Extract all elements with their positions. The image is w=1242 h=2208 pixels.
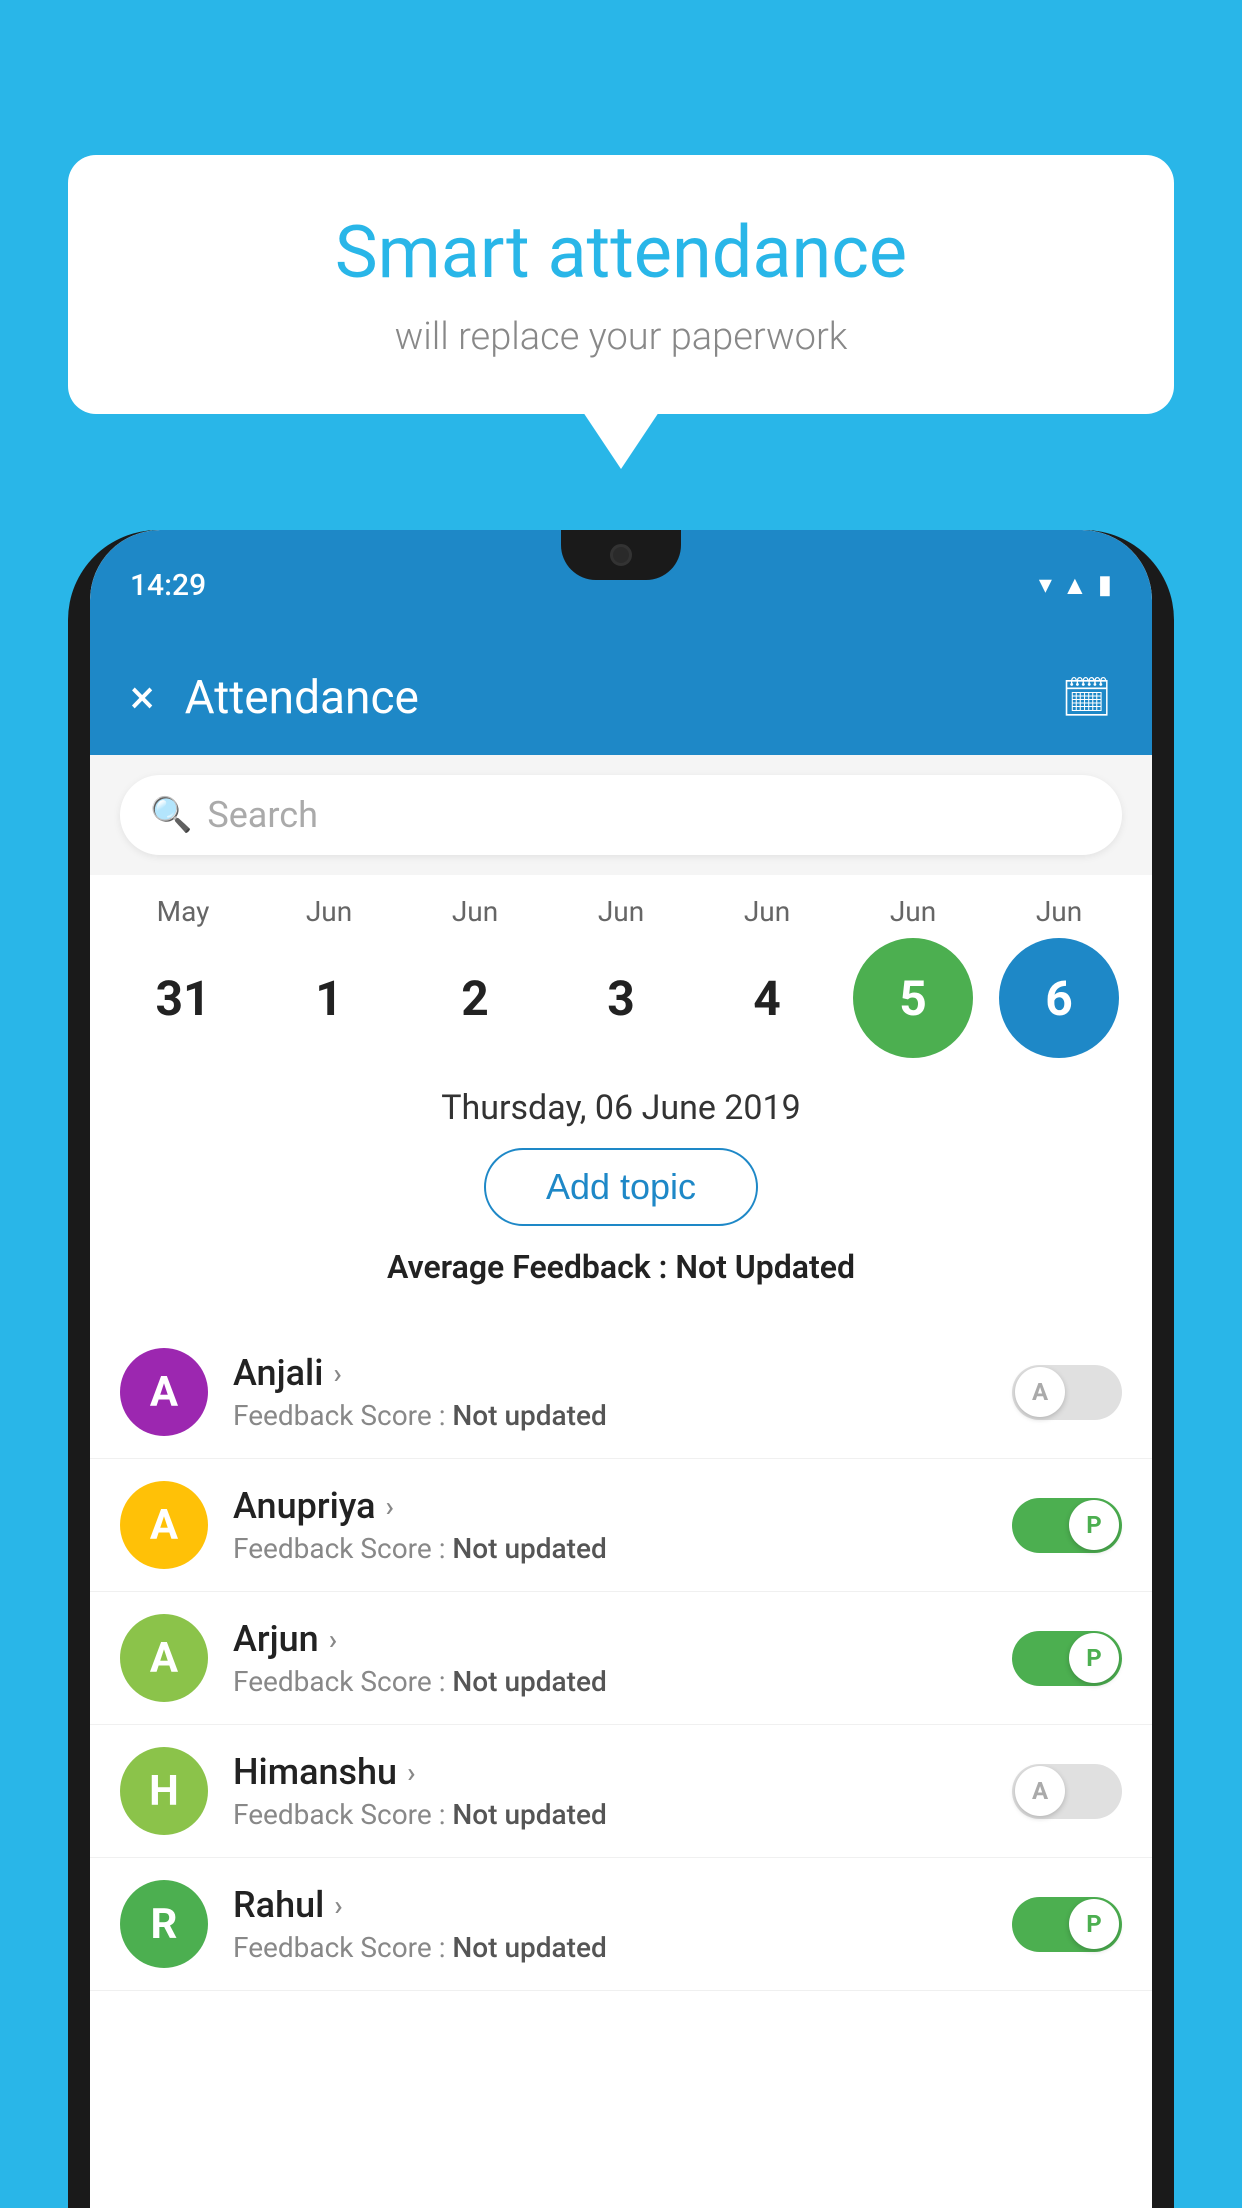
date-2[interactable]: 2 <box>415 938 535 1058</box>
toggle-knob: A <box>1015 1367 1065 1417</box>
phone-screen: 14:29 ▾ ▲ ▮ × Attendance 🗓 🔍 Search <box>90 530 1152 2208</box>
feedback-score: Feedback Score : Not updated <box>233 1532 987 1565</box>
attendance-toggle[interactable]: A <box>1012 1365 1122 1420</box>
speech-bubble: Smart attendance will replace your paper… <box>68 155 1174 414</box>
month-3: Jun <box>561 895 681 928</box>
student-name: Anjali › <box>233 1352 987 1394</box>
months-row: May Jun Jun Jun Jun Jun Jun <box>110 895 1132 928</box>
search-placeholder: Search <box>207 794 318 836</box>
date-5-today[interactable]: 5 <box>853 938 973 1058</box>
date-31[interactable]: 31 <box>123 938 243 1058</box>
student-row[interactable]: A Anupriya › Feedback Score : Not updated P <box>90 1459 1152 1592</box>
month-2: Jun <box>415 895 535 928</box>
speech-bubble-container: Smart attendance will replace your paper… <box>68 155 1174 414</box>
month-5: Jun <box>853 895 973 928</box>
student-info: Rahul › Feedback Score : Not updated <box>233 1884 987 1964</box>
add-topic-button[interactable]: Add topic <box>484 1148 758 1226</box>
student-list: AAnjali ›Feedback Score : Not updatedAAA… <box>90 1326 1152 1991</box>
student-row[interactable]: A Arjun › Feedback Score : Not updated P <box>90 1592 1152 1725</box>
selected-date: Thursday, 06 June 2019 <box>120 1088 1122 1128</box>
content-area: Thursday, 06 June 2019 Add topic Average… <box>90 1068 1152 1326</box>
app-bar-title: Attendance <box>185 671 1032 725</box>
date-6-selected[interactable]: 6 <box>999 938 1119 1058</box>
avg-feedback-label: Average Feedback : <box>387 1248 675 1286</box>
calendar-strip: May Jun Jun Jun Jun Jun Jun 31 1 2 3 4 5… <box>90 875 1152 1068</box>
camera-icon <box>610 544 632 566</box>
month-4: Jun <box>707 895 827 928</box>
toggle-knob: A <box>1015 1766 1065 1816</box>
month-6: Jun <box>999 895 1119 928</box>
student-row[interactable]: A Anjali › Feedback Score : Not updated A <box>90 1326 1152 1459</box>
toggle-knob: P <box>1069 1899 1119 1949</box>
student-row[interactable]: H Himanshu › Feedback Score : Not updated A <box>90 1725 1152 1858</box>
avatar: A <box>120 1481 208 1569</box>
bubble-title: Smart attendance <box>128 210 1114 295</box>
notch-cutout <box>561 530 681 580</box>
wifi-icon: ▾ <box>1039 570 1052 600</box>
avatar: H <box>120 1747 208 1835</box>
toggle-knob: P <box>1069 1633 1119 1683</box>
search-bar[interactable]: 🔍 Search <box>120 775 1122 855</box>
date-4[interactable]: 4 <box>707 938 827 1058</box>
chevron-icon: › <box>407 1756 415 1789</box>
average-feedback: Average Feedback : Not Updated <box>120 1248 1122 1286</box>
chevron-icon: › <box>334 1889 342 1922</box>
calendar-button[interactable]: 🗓 <box>1061 674 1112 721</box>
signal-icon: ▲ <box>1062 570 1088 601</box>
feedback-score: Feedback Score : Not updated <box>233 1798 987 1831</box>
chevron-icon: › <box>333 1357 341 1390</box>
status-time: 14:29 <box>130 568 206 603</box>
feedback-score: Feedback Score : Not updated <box>233 1931 987 1964</box>
student-info: Anupriya › Feedback Score : Not updated <box>233 1485 987 1565</box>
attendance-toggle[interactable]: P <box>1012 1631 1122 1686</box>
battery-icon: ▮ <box>1098 570 1112 600</box>
chevron-icon: › <box>386 1490 394 1523</box>
student-info: Arjun › Feedback Score : Not updated <box>233 1618 987 1698</box>
attendance-toggle[interactable]: A <box>1012 1764 1122 1819</box>
student-info: Anjali › Feedback Score : Not updated <box>233 1352 987 1432</box>
feedback-score: Feedback Score : Not updated <box>233 1665 987 1698</box>
phone-frame: 14:29 ▾ ▲ ▮ × Attendance 🗓 🔍 Search <box>68 530 1174 2208</box>
status-icons: ▾ ▲ ▮ <box>1039 570 1112 601</box>
date-1[interactable]: 1 <box>269 938 389 1058</box>
dates-row: 31 1 2 3 4 5 6 <box>110 938 1132 1058</box>
search-bar-container: 🔍 Search <box>90 755 1152 875</box>
avg-feedback-value: Not Updated <box>675 1248 855 1286</box>
student-name: Anupriya › <box>233 1485 987 1527</box>
close-button[interactable]: × <box>130 671 155 725</box>
status-bar: 14:29 ▾ ▲ ▮ <box>90 530 1152 640</box>
feedback-score: Feedback Score : Not updated <box>233 1399 987 1432</box>
toggle-knob: P <box>1069 1500 1119 1550</box>
student-name: Arjun › <box>233 1618 987 1660</box>
bubble-subtitle: will replace your paperwork <box>128 315 1114 359</box>
month-1: Jun <box>269 895 389 928</box>
attendance-toggle[interactable]: P <box>1012 1498 1122 1553</box>
month-0: May <box>123 895 243 928</box>
search-icon: 🔍 <box>150 795 192 835</box>
student-row[interactable]: R Rahul › Feedback Score : Not updated P <box>90 1858 1152 1991</box>
app-bar: × Attendance 🗓 <box>90 640 1152 755</box>
avatar: A <box>120 1348 208 1436</box>
chevron-icon: › <box>329 1623 337 1656</box>
student-name: Himanshu › <box>233 1751 987 1793</box>
student-name: Rahul › <box>233 1884 987 1926</box>
avatar: R <box>120 1880 208 1968</box>
attendance-toggle[interactable]: P <box>1012 1897 1122 1952</box>
date-3[interactable]: 3 <box>561 938 681 1058</box>
avatar: A <box>120 1614 208 1702</box>
student-info: Himanshu › Feedback Score : Not updated <box>233 1751 987 1831</box>
